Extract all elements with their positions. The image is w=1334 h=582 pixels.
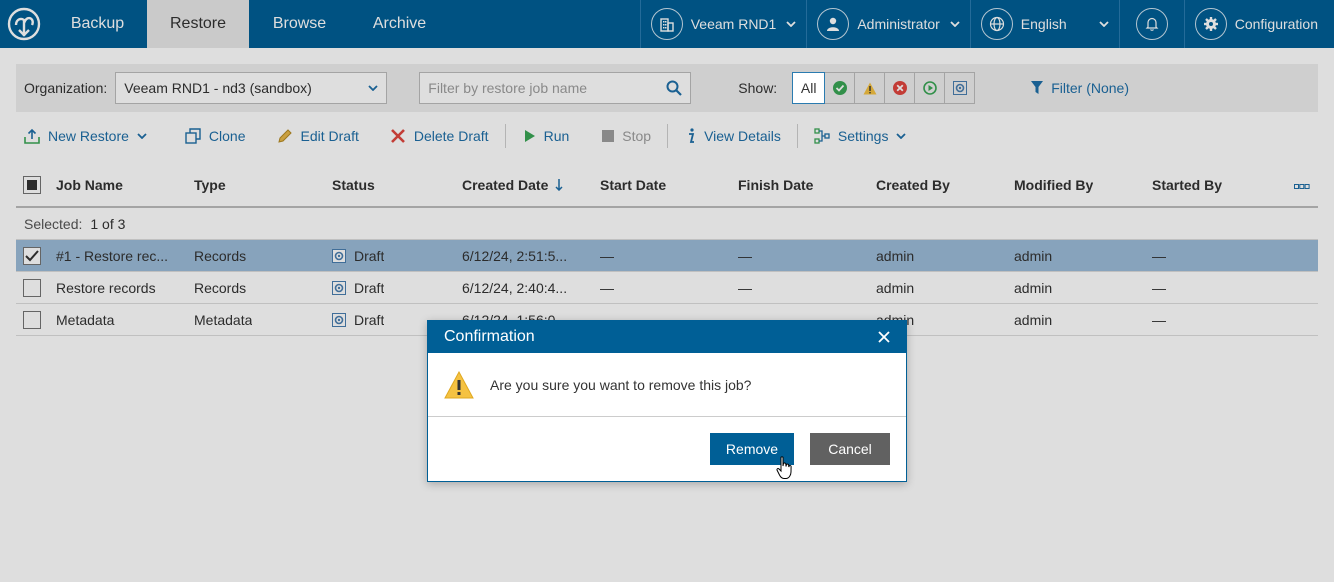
confirmation-dialog: Confirmation Are you sure you want to re… (427, 320, 907, 482)
dialog-header: Confirmation (428, 321, 906, 353)
dialog-footer: Remove Cancel (428, 417, 906, 481)
cancel-button[interactable]: Cancel (810, 433, 890, 465)
show-all-button[interactable]: All (792, 72, 826, 104)
dialog-title: Confirmation (444, 328, 535, 345)
warning-icon (444, 370, 474, 398)
modal-backdrop (0, 0, 1334, 582)
dialog-body: Are you sure you want to remove this job… (428, 353, 906, 417)
close-icon[interactable] (878, 331, 890, 343)
hand-pointer-cursor-icon (776, 456, 794, 483)
dialog-message: Are you sure you want to remove this job… (490, 376, 752, 393)
